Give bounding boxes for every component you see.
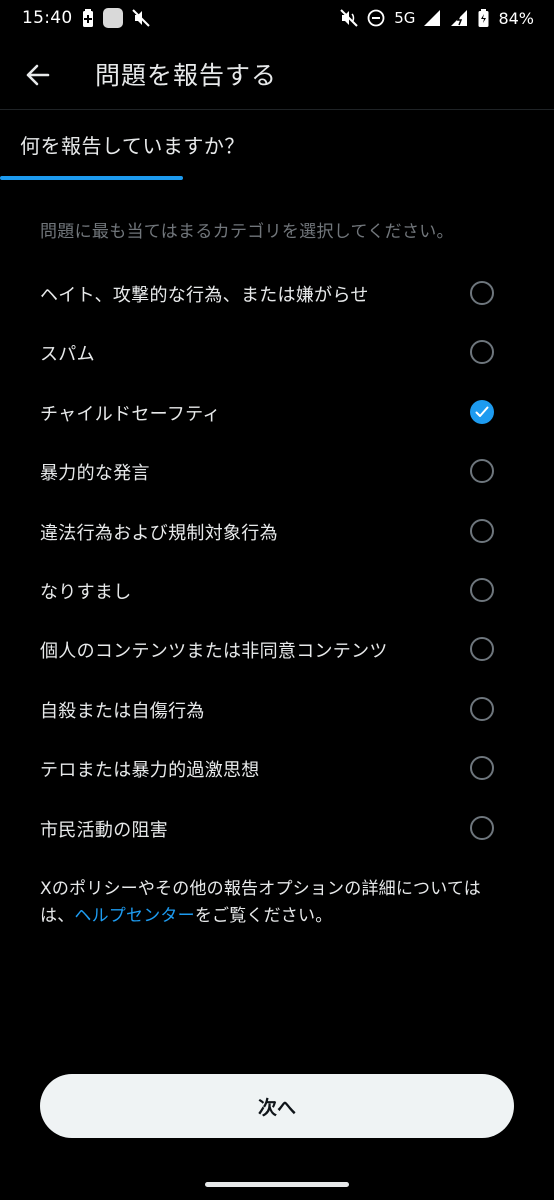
option-illegal-regulated[interactable]: 違法行為および規制対象行為 — [0, 501, 554, 560]
option-child-safety[interactable]: チャイルドセーフティ — [0, 382, 554, 441]
header-bar: 問題を報告する — [0, 40, 554, 110]
option-suicide-self-harm[interactable]: 自殺または自傷行為 — [0, 679, 554, 738]
option-violent-speech[interactable]: 暴力的な発言 — [0, 441, 554, 500]
radio-button[interactable] — [470, 281, 494, 305]
battery-saver-icon — [82, 9, 94, 27]
checkmark-icon — [475, 406, 489, 417]
option-label: 自殺または自傷行為 — [40, 700, 205, 722]
instruction-text: 問題に最も当てはまるカテゴリを選択してください。 — [40, 222, 454, 242]
policy-note: Xのポリシーやその他の報告オプションの詳細については は、ヘルプセンターをご覧く… — [40, 876, 520, 930]
radio-button[interactable] — [470, 518, 494, 543]
page-title: 問題を報告する — [95, 61, 278, 90]
status-left: 15:40 — [22, 8, 150, 28]
option-label: なりすまし — [40, 581, 132, 603]
option-label: 市民活動の阻害 — [40, 819, 169, 841]
policy-note-prefix: は、 — [40, 906, 75, 926]
tab-active-indicator — [0, 176, 183, 180]
do-not-disturb-icon — [367, 9, 385, 27]
report-options-list: ヘイト、攻撃的な行為、または嫌がらせ スパム チャイルドセーフティ 暴力的な発言… — [0, 263, 554, 857]
app-notification-icon — [102, 8, 123, 28]
option-label: 暴力的な発言 — [40, 463, 150, 485]
back-button[interactable] — [22, 60, 52, 90]
radio-button-checked[interactable] — [470, 399, 494, 424]
option-label: テロまたは暴力的過激思想 — [40, 760, 260, 782]
home-indicator[interactable] — [205, 1182, 349, 1187]
mute-icon — [131, 9, 150, 27]
option-spam[interactable]: スパム — [0, 322, 554, 381]
tab-report-category: 何を報告していますか？ — [20, 134, 245, 158]
radio-button[interactable] — [470, 815, 494, 840]
option-label: チャイルドセーフティ — [40, 403, 221, 425]
battery-icon — [478, 9, 489, 27]
network-type: 5G — [394, 9, 416, 27]
radio-button[interactable] — [470, 340, 494, 365]
option-label: 個人のコンテンツまたは非同意コンテンツ — [40, 641, 388, 663]
next-button[interactable]: 次へ — [40, 1074, 514, 1138]
status-bar: 15:40 5G 84% — [0, 0, 554, 36]
option-terrorism-extremism[interactable]: テロまたは暴力的過激思想 — [0, 738, 554, 797]
signal-icon — [424, 10, 442, 26]
radio-button[interactable] — [470, 459, 494, 484]
vibrate-off-icon — [340, 9, 358, 27]
radio-button[interactable] — [470, 696, 494, 721]
option-private-content[interactable]: 個人のコンテンツまたは非同意コンテンツ — [0, 619, 554, 678]
radio-button[interactable] — [470, 756, 494, 781]
option-civic-integrity[interactable]: 市民活動の阻害 — [0, 798, 554, 857]
signal-2-icon — [451, 10, 469, 26]
arrow-left-icon — [26, 64, 50, 86]
status-time: 15:40 — [22, 8, 73, 28]
status-right: 5G 84% — [340, 9, 534, 28]
policy-note-line1: Xのポリシーやその他の報告オプションの詳細については — [40, 879, 481, 899]
help-center-link[interactable]: ヘルプセンター — [74, 906, 194, 926]
option-label: ヘイト、攻撃的な行為、または嫌がらせ — [40, 285, 369, 306]
policy-note-suffix: をご覧ください。 — [194, 906, 333, 926]
radio-button[interactable] — [470, 577, 494, 602]
radio-button[interactable] — [470, 637, 494, 662]
option-label: スパム — [40, 344, 95, 366]
option-hate-harassment[interactable]: ヘイト、攻撃的な行為、または嫌がらせ — [0, 263, 554, 322]
battery-percentage: 84% — [498, 8, 534, 28]
option-label: 違法行為および規制対象行為 — [40, 522, 278, 544]
option-impersonation[interactable]: なりすまし — [0, 560, 554, 619]
